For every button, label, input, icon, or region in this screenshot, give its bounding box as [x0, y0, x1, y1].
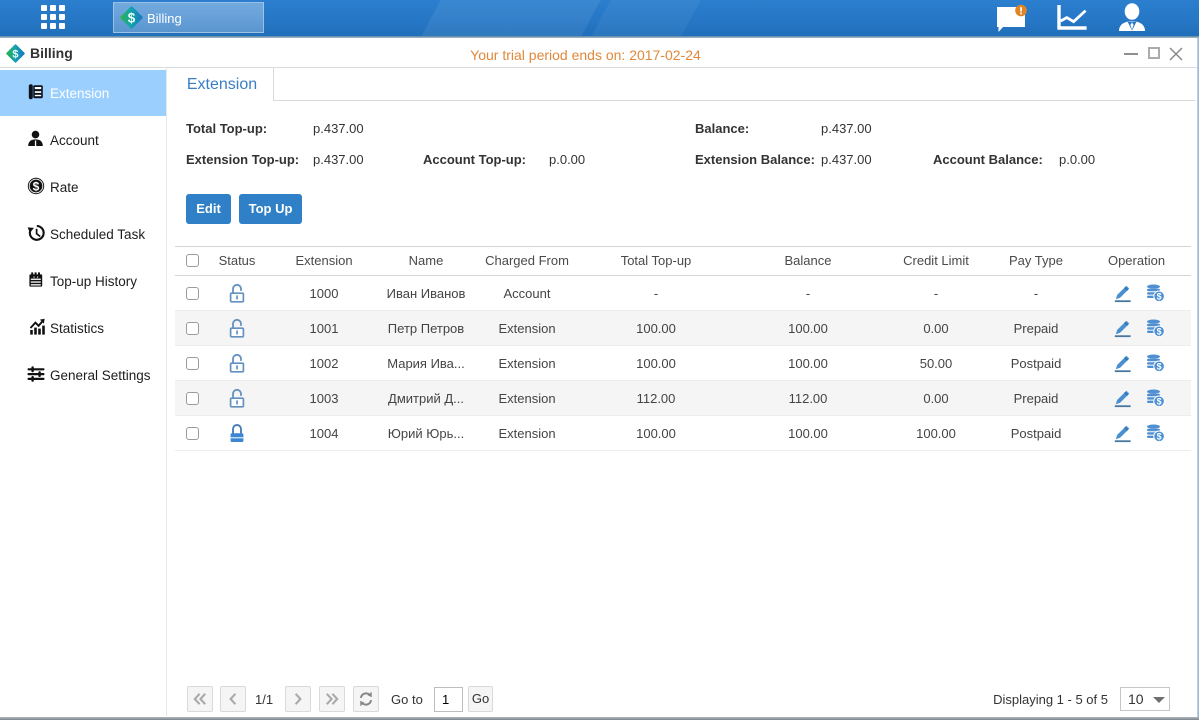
svg-text:$: $ [1157, 292, 1162, 302]
svg-text:$: $ [128, 10, 136, 25]
svg-text:$: $ [1157, 432, 1162, 442]
svg-text:$: $ [1157, 397, 1162, 407]
svg-text:$: $ [33, 179, 40, 193]
svg-text:$: $ [1157, 327, 1162, 337]
svg-text:$: $ [1157, 362, 1162, 372]
svg-text:$: $ [12, 48, 18, 60]
